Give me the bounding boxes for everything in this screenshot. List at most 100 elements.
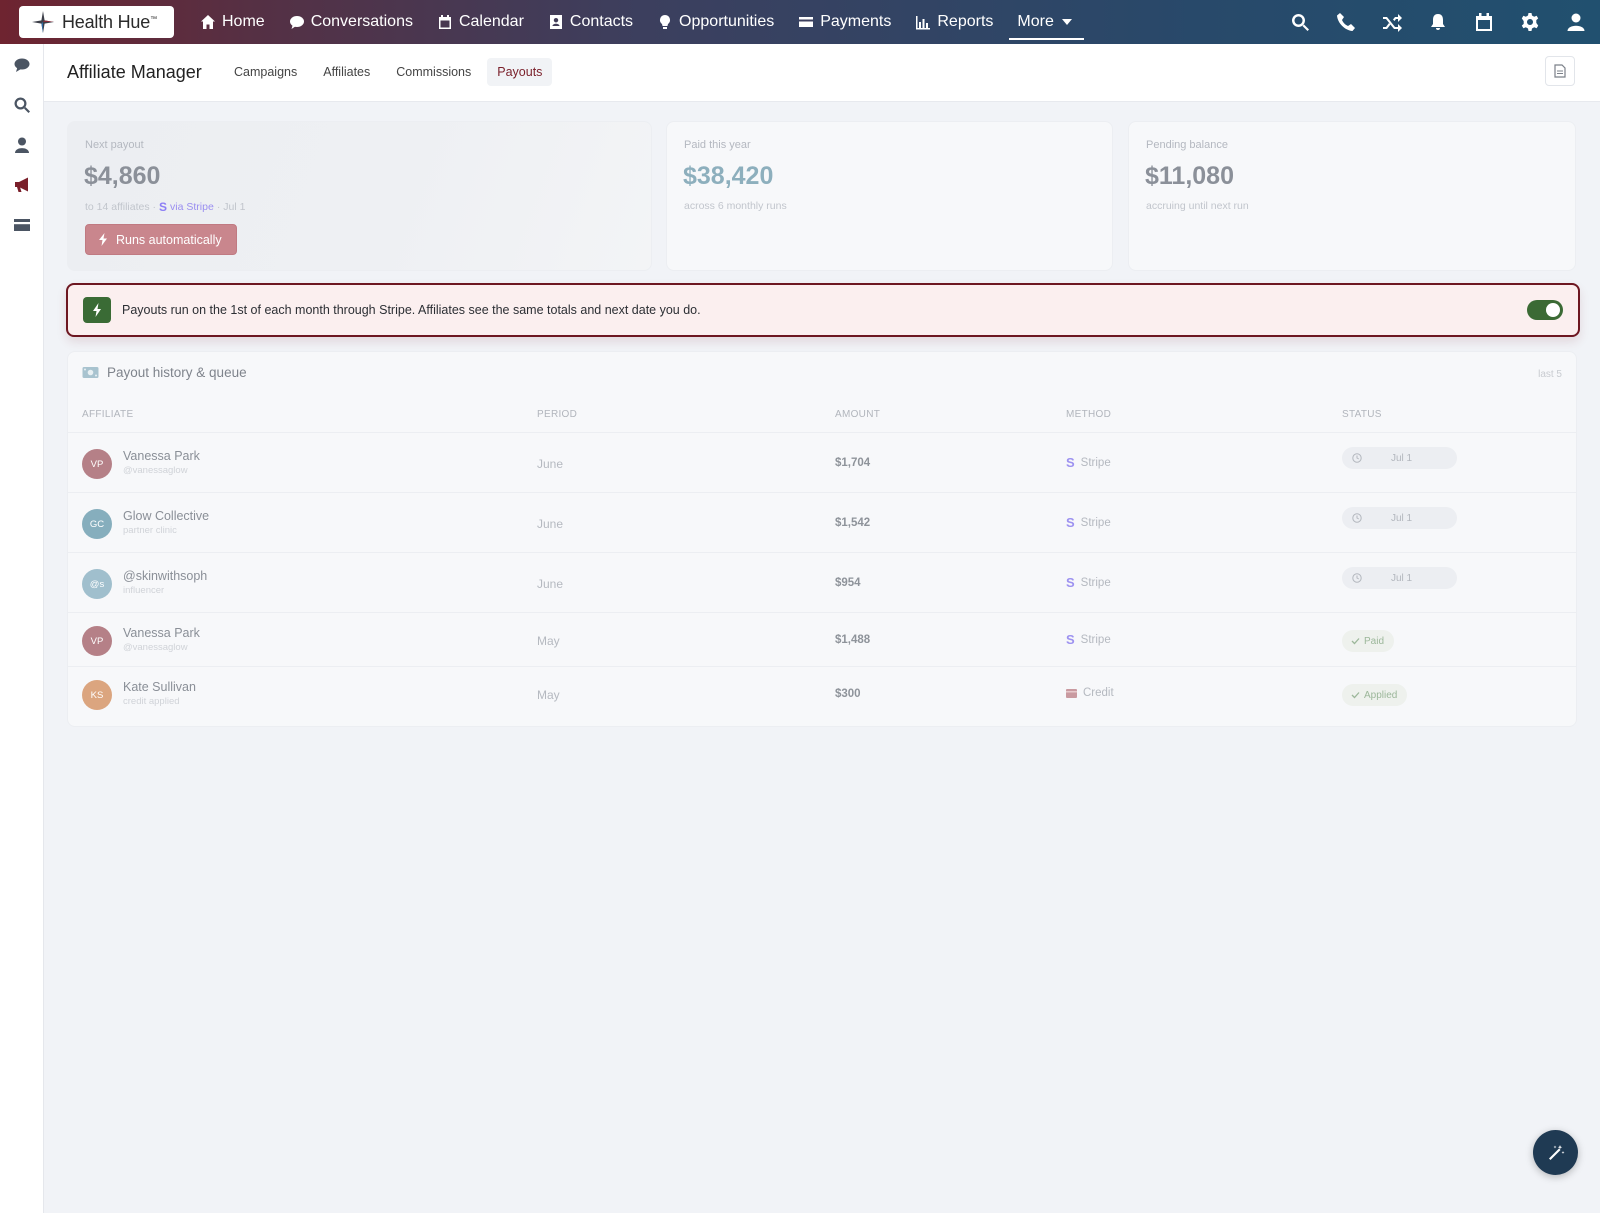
payout-history-card: Payout history & queue last 5 AFFILIATE … bbox=[67, 351, 1577, 727]
table-row[interactable]: KS Kate Sullivan credit applied May $300… bbox=[68, 666, 1576, 720]
user-icon[interactable] bbox=[1566, 12, 1586, 32]
payout-schedule-banner: Payouts run on the 1st of each month thr… bbox=[66, 283, 1580, 337]
affiliate-handle: partner clinic bbox=[123, 525, 177, 536]
rail-marketing[interactable] bbox=[13, 176, 31, 194]
contacts-icon bbox=[549, 15, 562, 29]
check-icon bbox=[1351, 638, 1360, 645]
magic-wand-button[interactable] bbox=[1533, 1130, 1578, 1175]
period-cell: May bbox=[537, 634, 560, 648]
next-payout-label: Next payout bbox=[85, 139, 144, 151]
tab-campaigns[interactable]: Campaigns bbox=[224, 58, 307, 86]
credit-card-icon bbox=[799, 17, 814, 27]
bolt-icon bbox=[83, 297, 111, 323]
avatar: KS bbox=[82, 680, 112, 710]
nav-reports[interactable]: Reports bbox=[903, 0, 1005, 44]
stripe-icon: S bbox=[1066, 575, 1075, 590]
table-row[interactable]: GC Glow Collective partner clinic June $… bbox=[68, 492, 1576, 552]
document-icon bbox=[1554, 64, 1566, 78]
bell-icon[interactable] bbox=[1428, 12, 1448, 32]
tab-payouts[interactable]: Payouts bbox=[487, 58, 553, 86]
history-count: last 5 bbox=[1538, 369, 1562, 380]
affiliate-name: @skinwithsoph bbox=[123, 569, 208, 583]
status-badge: Jul 1 bbox=[1342, 447, 1457, 469]
check-icon bbox=[1351, 692, 1360, 699]
search-icon bbox=[14, 97, 30, 113]
paid-this-year-sub: across 6 monthly runs bbox=[684, 200, 787, 212]
pending-balance-sub: accruing until next run bbox=[1146, 200, 1249, 212]
period-cell: May bbox=[537, 688, 560, 702]
chat-icon bbox=[289, 16, 304, 29]
amount-cell: $1,704 bbox=[835, 457, 871, 469]
affiliate-handle: credit applied bbox=[123, 696, 180, 707]
amount-cell: $954 bbox=[835, 577, 861, 589]
status-badge: Jul 1 bbox=[1342, 567, 1457, 589]
megaphone-icon bbox=[15, 177, 28, 192]
stripe-link[interactable]: Svia Stripe bbox=[159, 200, 214, 214]
table-row[interactable]: @s @skinwithsoph influencer June $954 S … bbox=[68, 552, 1576, 612]
status-badge: Jul 1 bbox=[1342, 507, 1457, 529]
affiliate-name: Kate Sullivan bbox=[123, 680, 196, 694]
tab-commissions[interactable]: Commissions bbox=[386, 58, 481, 86]
nav-opportunities[interactable]: Opportunities bbox=[645, 0, 786, 44]
rail-contacts[interactable] bbox=[13, 136, 31, 154]
amount-cell: $1,488 bbox=[835, 634, 871, 646]
next-payout-card: Next payout $4,860 to 14 affiliates · Sv… bbox=[67, 121, 652, 271]
brand-name: Health Hue™ bbox=[62, 11, 157, 32]
stripe-icon: S bbox=[159, 200, 168, 214]
phone-icon[interactable] bbox=[1336, 12, 1356, 32]
runs-automatically-button[interactable]: Runs automatically bbox=[85, 224, 237, 255]
method-cell: S Stripe bbox=[1066, 632, 1111, 647]
page-title: Affiliate Manager bbox=[67, 62, 202, 82]
avatar: @s bbox=[82, 569, 112, 599]
rail-conversations[interactable] bbox=[13, 56, 31, 74]
affiliate-name: Vanessa Park bbox=[123, 449, 200, 463]
lightbulb-icon bbox=[660, 15, 671, 29]
affiliate-handle: @vanessaglow bbox=[123, 642, 188, 653]
table-row[interactable]: VP Vanessa Park @vanessaglow May $1,488 … bbox=[68, 612, 1576, 666]
sub-tabs: Campaigns Affiliates Commissions Payouts bbox=[224, 58, 553, 86]
banner-text: Payouts run on the 1st of each month thr… bbox=[122, 303, 701, 317]
table-row[interactable]: VP Vanessa Park @vanessaglow June $1,704… bbox=[68, 432, 1576, 492]
gear-icon[interactable] bbox=[1520, 12, 1540, 32]
chat-icon bbox=[14, 58, 30, 72]
paid-this-year-value: $38,420 bbox=[683, 162, 774, 190]
clock-icon bbox=[1352, 453, 1362, 463]
method-cell: S Stripe bbox=[1066, 575, 1111, 590]
nav-calendar[interactable]: Calendar bbox=[425, 0, 536, 44]
search-icon[interactable] bbox=[1290, 12, 1310, 32]
nav-utilities bbox=[1290, 0, 1586, 44]
stripe-icon: S bbox=[1066, 515, 1075, 530]
clock-icon bbox=[1352, 513, 1362, 523]
col-method: METHOD bbox=[1066, 409, 1112, 420]
nav-more-dropdown[interactable]: More bbox=[1005, 0, 1085, 44]
bar-chart-icon bbox=[916, 16, 931, 30]
money-icon bbox=[82, 367, 99, 378]
paid-this-year-card: Paid this year $38,420 across 6 monthly … bbox=[666, 121, 1113, 271]
top-nav: Health Hue™ Home Conversations Calendar … bbox=[0, 0, 1600, 44]
status-badge: Paid bbox=[1342, 630, 1395, 652]
nav-payments[interactable]: Payments bbox=[786, 0, 903, 44]
pending-balance-label: Pending balance bbox=[1146, 139, 1228, 151]
rail-search[interactable] bbox=[13, 96, 31, 114]
tab-affiliates[interactable]: Affiliates bbox=[313, 58, 380, 86]
period-cell: June bbox=[537, 577, 564, 591]
method-cell: S Stripe bbox=[1066, 515, 1111, 530]
export-document-button[interactable] bbox=[1545, 56, 1575, 86]
shuffle-icon[interactable] bbox=[1382, 12, 1402, 32]
col-period: PERIOD bbox=[537, 409, 578, 420]
nav-conversations[interactable]: Conversations bbox=[277, 0, 425, 44]
brand-logo[interactable]: Health Hue™ bbox=[19, 6, 174, 38]
stripe-icon: S bbox=[1066, 632, 1075, 647]
affiliate-name: Vanessa Park bbox=[123, 626, 200, 640]
calendar-icon[interactable] bbox=[1474, 12, 1494, 32]
avatar: GC bbox=[82, 509, 112, 539]
user-icon bbox=[15, 137, 29, 153]
auto-payout-toggle[interactable] bbox=[1527, 300, 1563, 320]
sparkle-logo-icon bbox=[32, 11, 54, 33]
bolt-icon bbox=[99, 233, 107, 246]
nav-home[interactable]: Home bbox=[188, 0, 277, 44]
main-nav: Home Conversations Calendar Contacts Opp… bbox=[188, 0, 1085, 44]
col-amount: AMOUNT bbox=[835, 409, 881, 420]
rail-payments[interactable] bbox=[13, 216, 31, 234]
nav-contacts[interactable]: Contacts bbox=[536, 0, 645, 44]
